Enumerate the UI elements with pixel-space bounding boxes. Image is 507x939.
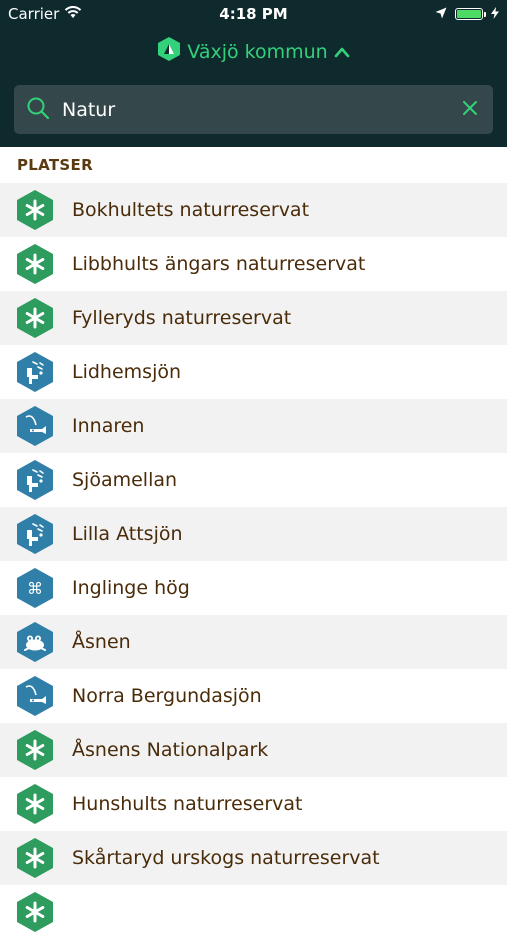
nature-reserve-icon [16,729,54,771]
list-item[interactable]: Lilla Attsjön [0,507,507,561]
nature-reserve-icon [16,783,54,825]
search-input[interactable] [60,97,463,122]
birdwatching-icon [16,459,54,501]
list-item[interactable]: Innaren [0,399,507,453]
list-item-label: Hunshults naturreservat [72,793,303,815]
fishing-icon [16,675,54,717]
status-time: 4:18 PM [219,5,288,23]
status-bar: Carrier 4:18 PM [0,0,507,28]
nature-reserve-icon [16,243,54,285]
status-right [435,5,499,23]
fishing-icon [16,405,54,447]
list-item-label: Innaren [72,415,145,437]
list-item[interactable]: Åsnens Nationalpark [0,723,507,777]
list-item-label: Fylleryds naturreservat [72,307,292,329]
app-header: Carrier 4:18 PM Växjö kommun [0,0,507,147]
battery-icon [455,8,486,20]
search-bar [14,85,493,134]
list-item[interactable]: Åsnen [0,615,507,669]
list-item-label: Norra Bergundasjön [72,685,262,707]
list-item-label: Åsnen [72,631,131,653]
results-list: Bokhultets naturreservat Libbhults ängars… [0,183,507,939]
chevron-up-icon [334,41,350,63]
list-item-label: Inglinge hög [72,577,190,599]
list-item[interactable]: Norra Bergundasjön [0,669,507,723]
frog-icon [16,621,54,663]
list-item-label: Sjöamellan [72,469,178,491]
list-item-label: Lilla Attsjön [72,523,183,545]
sight-icon: ⌘ [16,567,54,609]
nature-reserve-icon [16,837,54,879]
municipality-logo-icon [157,36,181,67]
municipality-selector[interactable]: Växjö kommun [0,36,507,67]
section-header-platser: PLATSER [17,156,93,174]
list-item[interactable]: Libbhults ängars naturreservat [0,237,507,291]
svg-text:⌘: ⌘ [27,579,43,598]
birdwatching-icon [16,351,54,393]
list-item[interactable]: Bokhultets naturreservat [0,183,507,237]
list-item[interactable]: Lidhemsjön [0,345,507,399]
municipality-title: Växjö kommun [187,40,328,63]
list-item-label: Libbhults ängars naturreservat [72,253,366,275]
list-item-label: Åsnens Nationalpark [72,739,269,761]
list-item-label: Bokhultets naturreservat [72,199,310,221]
birdwatching-icon [16,513,54,555]
list-item[interactable]: Sjöamellan [0,453,507,507]
list-item-label: Lidhemsjön [72,361,182,383]
list-item-label: Skårtaryd urskogs naturreservat [72,847,380,869]
clear-search-icon[interactable] [463,100,477,119]
nature-reserve-icon [16,297,54,339]
list-item[interactable]: Skårtaryd urskogs naturreservat [0,831,507,885]
charging-bolt-icon [491,5,499,23]
nature-reserve-icon [16,891,54,933]
list-item[interactable] [0,885,507,939]
search-icon [26,96,50,124]
location-arrow-icon [435,5,447,23]
list-item[interactable]: Fylleryds naturreservat [0,291,507,345]
nature-reserve-icon [16,189,54,231]
list-item[interactable]: Hunshults naturreservat [0,777,507,831]
list-item[interactable]: ⌘ Inglinge hög [0,561,507,615]
